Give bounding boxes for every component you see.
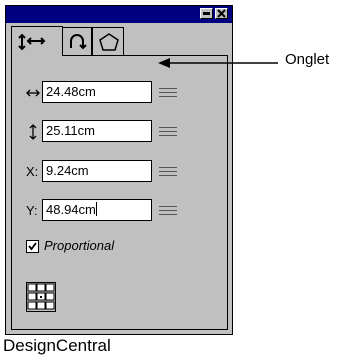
polygon-icon xyxy=(99,33,119,51)
tab-position[interactable] xyxy=(11,26,63,56)
text-cursor xyxy=(95,202,97,216)
proportional-label: Proportional xyxy=(44,238,115,253)
designcentral-palette-window: 24.48cm 25.11cm X: 9.24cm Y: 48.94cm Pro… xyxy=(5,5,233,335)
tab-panel: 24.48cm 25.11cm X: 9.24cm Y: 48.94cm Pro… xyxy=(11,55,228,330)
minimize-button[interactable] xyxy=(200,8,213,19)
rotate-icon xyxy=(70,34,87,50)
close-button[interactable] xyxy=(215,8,228,19)
tab-rotate[interactable] xyxy=(62,27,92,55)
x-label: X: xyxy=(26,164,39,179)
width-stepper[interactable] xyxy=(156,84,180,101)
height-stepper[interactable] xyxy=(156,123,180,140)
x-stepper[interactable] xyxy=(156,163,180,180)
width-value: 24.48cm xyxy=(46,84,96,99)
y-field[interactable]: 48.94cm xyxy=(42,199,177,221)
tab-shape[interactable] xyxy=(92,27,124,55)
y-value: 48.94cm xyxy=(46,202,96,217)
y-stepper[interactable] xyxy=(156,202,180,219)
x-row: X: 9.24cm xyxy=(12,160,229,186)
checkmark-icon xyxy=(28,242,37,251)
title-bar[interactable] xyxy=(6,6,232,23)
callout-arrow xyxy=(158,58,278,68)
figure-caption: DesignCentral xyxy=(3,336,111,355)
width-field[interactable]: 24.48cm xyxy=(42,81,177,103)
proportional-checkbox[interactable] xyxy=(26,240,39,253)
height-field[interactable]: 25.11cm xyxy=(42,120,177,142)
x-field[interactable]: 9.24cm xyxy=(42,160,177,182)
close-icon xyxy=(217,9,226,18)
y-label: Y: xyxy=(26,203,38,218)
width-row: 24.48cm xyxy=(12,81,229,107)
alignment-grid-icon[interactable] xyxy=(26,282,56,312)
height-row: 25.11cm xyxy=(12,120,229,146)
position-size-icon xyxy=(18,33,46,51)
height-value: 25.11cm xyxy=(46,123,95,138)
y-row: Y: 48.94cm xyxy=(12,199,229,225)
callout-label: Onglet xyxy=(285,51,330,68)
x-value: 9.24cm xyxy=(46,163,89,178)
